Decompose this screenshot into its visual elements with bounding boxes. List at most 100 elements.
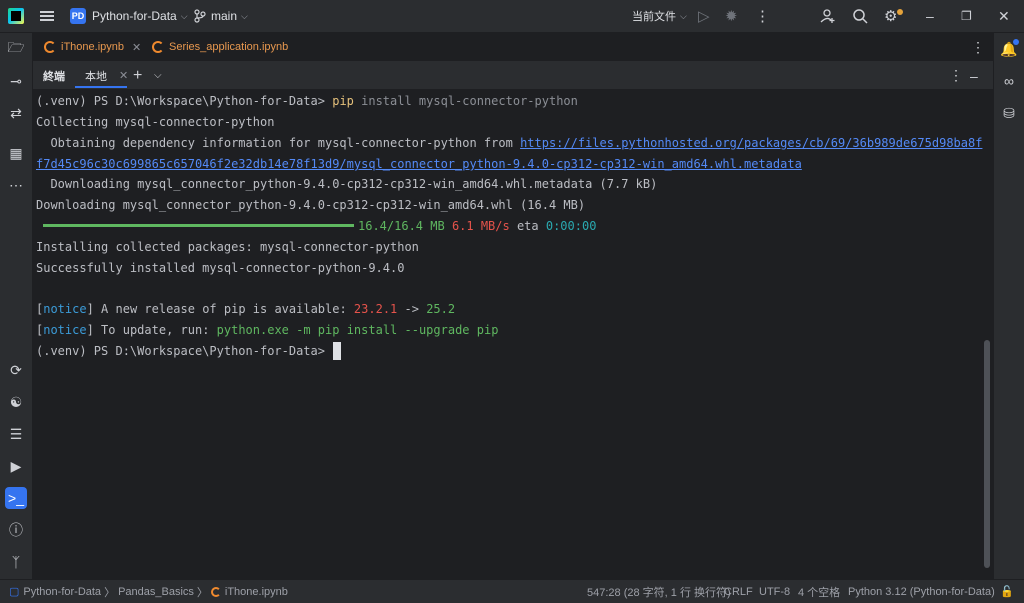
add-user-icon[interactable] <box>820 0 836 32</box>
terminal-title: 終端 <box>43 70 65 83</box>
eta-label: eta <box>509 219 546 233</box>
refresh-icon[interactable]: ⟳ <box>5 359 27 381</box>
terminal-line: Downloading mysql_connector_python-9.4.0… <box>36 198 586 212</box>
problems-icon[interactable]: ⓘ <box>5 519 27 541</box>
progress-bar <box>43 224 354 227</box>
url-link[interactable]: f7d45c96c30c699865c657046f2e32db14e78f13… <box>36 154 802 174</box>
breadcrumb-item[interactable]: Python-for-Data <box>23 586 101 598</box>
terminal-line: Collecting mysql-connector-python <box>36 115 275 129</box>
tab-local[interactable]: 本地 ✕ <box>85 62 128 89</box>
tab-label: 本地 <box>85 70 107 83</box>
run-icon[interactable]: ▷ <box>698 0 710 32</box>
tab-series-application[interactable]: Series_application.ipynb <box>152 33 288 61</box>
terminal-line: Obtaining dependency information for mys… <box>36 133 982 153</box>
commit-icon[interactable]: ⊸ <box>5 70 27 92</box>
more-vertical-icon[interactable]: ⋮ <box>971 33 985 61</box>
python-console-icon[interactable]: ☯ <box>5 391 27 413</box>
run-config-label: 当前文件 <box>632 11 676 23</box>
breadcrumb-item[interactable]: Pandas_Basics <box>118 586 194 598</box>
minimize-icon[interactable]: – <box>926 0 934 32</box>
file-encoding[interactable]: UTF-8 <box>759 580 790 603</box>
notice-tag: notice <box>43 323 87 337</box>
chevron-down-icon: ⌵ <box>241 10 248 21</box>
terminal-line: (.venv) PS D:\Workspace\Python-for-Data>… <box>36 91 578 111</box>
progress-speed: 6.1 MB/s <box>451 219 510 233</box>
terminal-line: Installing collected packages: mysql-con… <box>36 240 419 254</box>
notice-text: A new release of pip is available: <box>93 302 354 316</box>
new-version: 25.2 <box>426 302 456 316</box>
app-logo-icon[interactable] <box>8 8 24 24</box>
project-icon: ▢ <box>9 586 20 598</box>
upgrade-command: python.exe -m pip install --upgrade pip <box>216 323 499 337</box>
editor-tab-bar: iThone.ipynb ✕ Series_application.ipynb … <box>33 33 993 62</box>
command-args: install mysql-connector-python <box>353 94 578 108</box>
notice-line: [notice] To update, run: python.exe -m p… <box>36 320 498 340</box>
more-vertical-icon[interactable]: ⋮ <box>755 0 770 32</box>
python-interpreter[interactable]: Python 3.12 (Python-for-Data) <box>848 580 995 603</box>
notebook-icon <box>152 41 164 53</box>
notifications-icon[interactable]: 🔔 <box>998 38 1020 60</box>
restore-icon[interactable]: ❐ <box>961 0 972 32</box>
notebook-icon <box>44 41 56 53</box>
bracket: ] <box>86 302 94 316</box>
pull-request-icon[interactable]: ⇄ <box>5 102 27 124</box>
chevron-down-icon[interactable]: ⌵ <box>154 62 162 89</box>
hamburger-menu-icon[interactable] <box>40 0 54 32</box>
close-icon[interactable]: ✕ <box>119 69 128 82</box>
terminal-line: Successfully installed mysql-connector-p… <box>36 261 405 275</box>
branch-name: main <box>211 9 238 23</box>
notice-text: To update, run: <box>93 323 217 337</box>
project-name: Python-for-Data <box>92 9 177 23</box>
left-tool-bar: 🗁 ⊸ ⇄ ▦ ⋯ ⟳ ☯ ☰ ▶ >_ ⓘ ᛉ <box>0 33 33 579</box>
minimize-panel-icon[interactable]: – <box>970 62 978 89</box>
git-icon[interactable]: ᛉ <box>5 551 27 573</box>
indent-setting[interactable]: 4 个空格 <box>798 580 840 603</box>
title-bar: PD Python-for-Data ⌵ main ⌵ 当前文件 ⌵ ▷ ✹ ⋮… <box>0 0 1024 33</box>
project-selector[interactable]: PD Python-for-Data ⌵ <box>70 0 188 32</box>
layers-icon[interactable]: ☰ <box>5 423 27 445</box>
folder-icon[interactable]: 🗁 <box>5 38 27 60</box>
close-icon[interactable]: ✕ <box>132 41 141 54</box>
more-vertical-icon[interactable]: ⋮ <box>949 62 963 89</box>
tab-ithone[interactable]: iThone.ipynb ✕ <box>44 33 141 61</box>
close-icon[interactable]: ✕ <box>998 0 1010 32</box>
breadcrumb: ▢ Python-for-Data 〉 Pandas_Basics 〉 iTho… <box>9 580 288 603</box>
database-icon[interactable]: ⛁ <box>998 102 1020 124</box>
vertical-scrollbar[interactable] <box>984 340 990 568</box>
caret-position[interactable]: 547:28 (28 字符, 1 行 换行符) <box>587 580 731 603</box>
terminal-output[interactable]: (.venv) PS D:\Workspace\Python-for-Data>… <box>33 90 993 578</box>
tab-label: iThone.ipynb <box>61 41 124 53</box>
notebook-icon <box>210 586 221 597</box>
prompt: (.venv) PS D:\Workspace\Python-for-Data> <box>36 94 333 108</box>
debug-icon[interactable]: ✹ <box>725 0 738 32</box>
arrow: -> <box>397 302 427 316</box>
old-version: 23.2.1 <box>353 302 398 316</box>
breadcrumb-item[interactable]: iThone.ipynb <box>225 586 288 598</box>
terminal-icon[interactable]: >_ <box>5 487 27 509</box>
url-link[interactable]: https://files.pythonhosted.org/packages/… <box>520 136 982 150</box>
run-config-selector[interactable]: 当前文件 ⌵ <box>632 0 687 32</box>
status-bar: ▢ Python-for-Data 〉 Pandas_Basics 〉 iTho… <box>0 579 1024 603</box>
text-cursor <box>332 341 341 360</box>
branch-selector[interactable]: main ⌵ <box>194 0 248 32</box>
progress-line: 16.4/16.4 MB 6.1 MB/s eta 0:00:00 <box>36 216 596 236</box>
lock-icon[interactable]: 🔓 <box>1000 580 1014 603</box>
add-tab-icon[interactable]: + <box>133 62 142 89</box>
prompt: (.venv) PS D:\Workspace\Python-for-Data> <box>36 344 325 358</box>
more-horizontal-icon[interactable]: ⋯ <box>5 174 27 196</box>
command: pip <box>332 94 354 108</box>
settings-icon[interactable]: ⚙ <box>884 0 903 32</box>
services-icon[interactable]: ▶ <box>5 455 27 477</box>
search-icon[interactable] <box>852 0 868 32</box>
structure-icon[interactable]: ▦ <box>5 142 27 164</box>
line-ending[interactable]: CRLF <box>724 580 753 603</box>
chevron-down-icon: ⌵ <box>680 10 687 21</box>
terminal-line: Downloading mysql_connector_python-9.4.0… <box>36 177 658 191</box>
project-badge: PD <box>70 8 86 24</box>
ai-assistant-icon[interactable]: ∞ <box>998 70 1020 92</box>
right-tool-bar: 🔔 ∞ ⛁ <box>993 33 1024 579</box>
prompt-line[interactable]: (.venv) PS D:\Workspace\Python-for-Data> <box>36 341 341 361</box>
breadcrumb-separator: 〉 <box>196 586 208 599</box>
bracket: ] <box>86 323 94 337</box>
line-text: Obtaining dependency information for mys… <box>36 136 521 150</box>
